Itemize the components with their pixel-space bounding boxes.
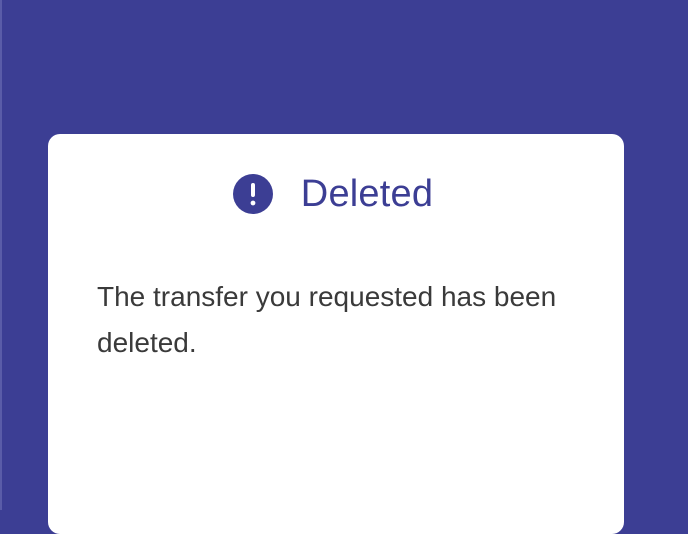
notice-title: Deleted (300, 173, 434, 215)
notice-card: Deleted The transfer you requested has b… (48, 134, 624, 534)
notice-header: Deleted (48, 172, 624, 216)
window-edge (0, 0, 2, 510)
exclamation-circle-icon (232, 174, 273, 214)
notice-message: The transfer you requested has been dele… (97, 281, 557, 358)
